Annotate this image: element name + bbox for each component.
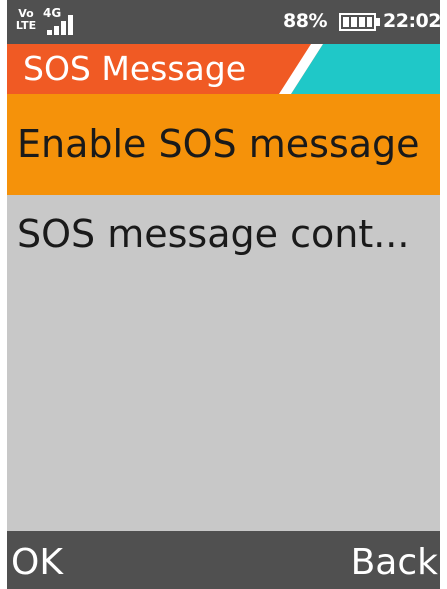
menu-item-enable-sos-message[interactable]: Enable SOS message xyxy=(7,94,440,195)
ok-softkey[interactable]: OK xyxy=(11,541,63,585)
app-frame: Vo LTE 4G 88% 22:02 SOS Message Enable S… xyxy=(7,0,440,589)
volte-bottom-text: LTE xyxy=(15,19,37,32)
signal-strength-icon xyxy=(47,15,73,35)
softkey-bar: OK Back xyxy=(7,531,440,589)
battery-percent: 88% xyxy=(283,10,327,32)
header-bar: SOS Message xyxy=(7,44,440,94)
page-title: SOS Message xyxy=(23,49,246,88)
phone-screen: Vo LTE 4G 88% 22:02 SOS Message Enable S… xyxy=(0,0,447,589)
back-softkey[interactable]: Back xyxy=(351,541,438,585)
menu-item-sos-message-content[interactable]: SOS message cont... xyxy=(7,195,440,281)
status-bar: Vo LTE 4G 88% 22:02 xyxy=(7,0,440,44)
clock: 22:02 xyxy=(383,10,440,32)
battery-icon xyxy=(339,13,380,31)
volte-indicator: Vo LTE xyxy=(15,8,37,36)
